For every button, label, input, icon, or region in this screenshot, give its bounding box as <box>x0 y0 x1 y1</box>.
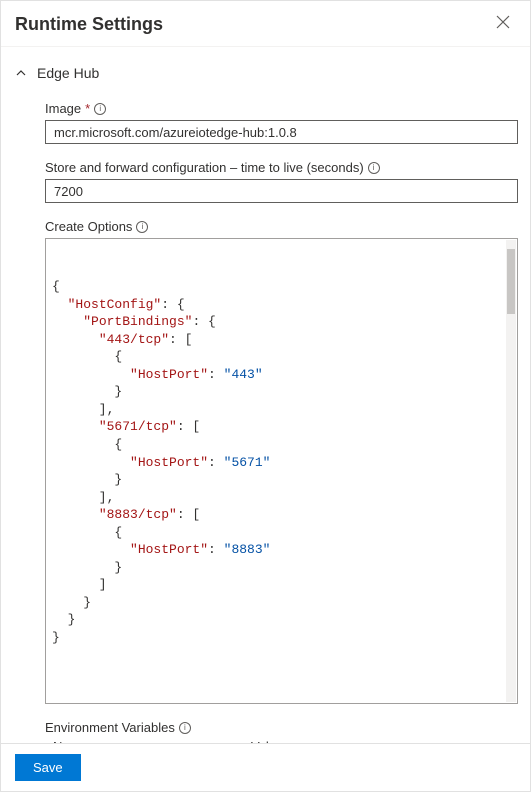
section-title: Edge Hub <box>37 65 99 81</box>
panel-body-scroll[interactable]: Edge Hub Image * i Store and forward con… <box>1 47 530 743</box>
code-scrollbar[interactable] <box>506 240 516 702</box>
env-label-row: Environment Variables i <box>45 720 518 735</box>
field-env-vars: Environment Variables i Name Value <box>45 720 518 743</box>
info-icon[interactable]: i <box>179 722 191 734</box>
chevron-up-icon <box>15 67 27 79</box>
info-icon[interactable]: i <box>94 103 106 115</box>
section-header[interactable]: Edge Hub <box>15 65 524 81</box>
field-image-label-row: Image * i <box>45 101 518 116</box>
image-label: Image <box>45 101 81 116</box>
runtime-settings-panel: Runtime Settings Edge Hub Image * i <box>0 0 531 792</box>
create-options-label: Create Options <box>45 219 132 234</box>
field-ttl-label-row: Store and forward configuration – time t… <box>45 160 518 175</box>
code-scrollbar-thumb[interactable] <box>507 249 515 314</box>
close-icon <box>496 15 510 29</box>
info-icon[interactable]: i <box>368 162 380 174</box>
create-options-label-row: Create Options i <box>45 219 518 234</box>
create-options-editor[interactable]: { "HostConfig": { "PortBindings": { "443… <box>45 238 518 704</box>
field-image: Image * i <box>45 101 518 144</box>
ttl-label: Store and forward configuration – time t… <box>45 160 364 175</box>
required-asterisk: * <box>85 101 90 116</box>
section-body: Image * i Store and forward configuratio… <box>15 101 524 743</box>
panel-title: Runtime Settings <box>15 14 163 35</box>
save-button[interactable]: Save <box>15 754 81 781</box>
close-button[interactable] <box>492 11 514 38</box>
field-ttl: Store and forward configuration – time t… <box>45 160 518 203</box>
image-input[interactable] <box>45 120 518 144</box>
create-options-code: { "HostConfig": { "PortBindings": { "443… <box>52 278 511 646</box>
panel-header: Runtime Settings <box>1 1 530 47</box>
env-label: Environment Variables <box>45 720 175 735</box>
field-create-options: Create Options i { "HostConfig": { "Port… <box>45 219 518 704</box>
info-icon[interactable]: i <box>136 221 148 233</box>
panel-footer: Save <box>1 743 530 791</box>
ttl-input[interactable] <box>45 179 518 203</box>
